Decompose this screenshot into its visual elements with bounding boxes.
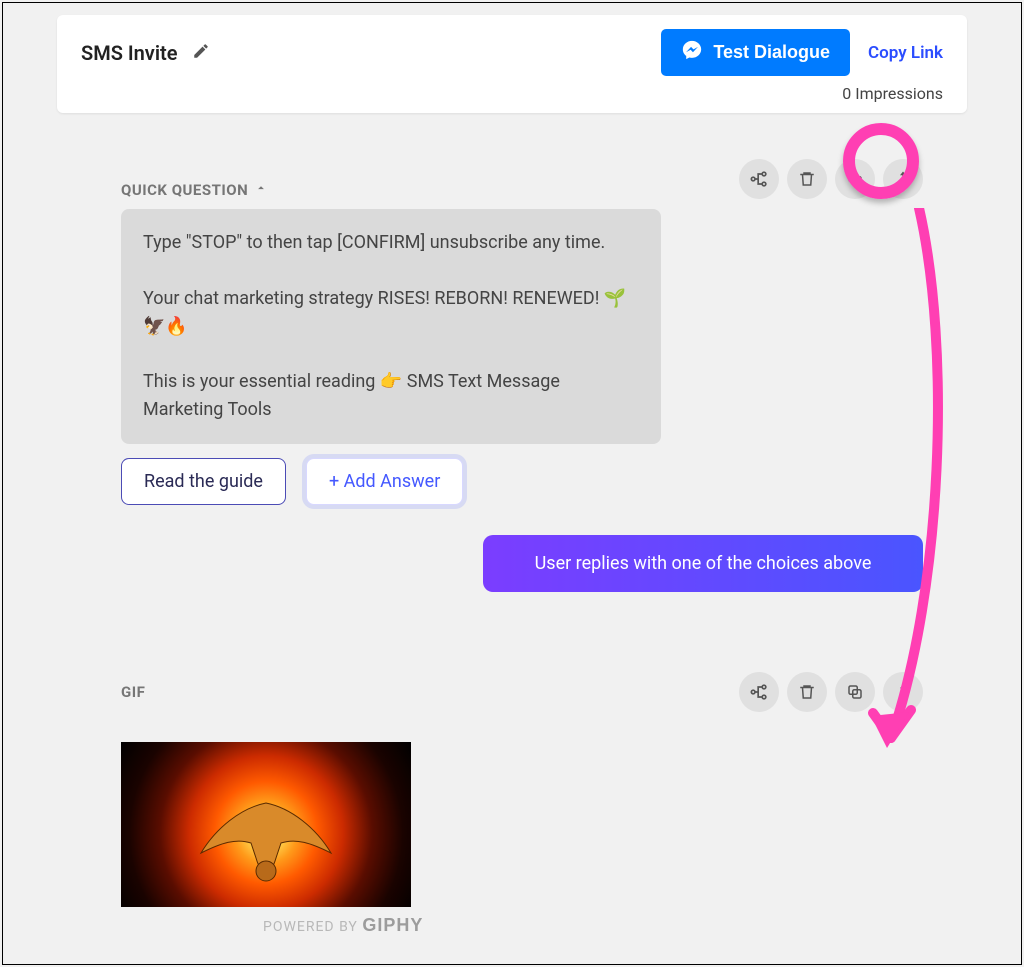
messenger-icon — [681, 39, 703, 66]
giphy-brand: GIPHY — [362, 915, 423, 935]
copy-link-button[interactable]: Copy Link — [868, 43, 943, 63]
move-icon[interactable] — [883, 672, 923, 712]
giphy-attribution: POWERED BY GIPHY — [263, 915, 923, 936]
powered-by-label: POWERED BY — [263, 919, 358, 935]
edit-icon[interactable] — [192, 42, 210, 64]
gif-preview[interactable] — [121, 742, 411, 907]
test-dialogue-button[interactable]: Test Dialogue — [661, 29, 850, 76]
tree-icon[interactable] — [739, 159, 779, 199]
answer-option[interactable]: Read the guide — [121, 458, 286, 505]
message-box[interactable]: Type "STOP" to then tap [CONFIRM] unsubs… — [121, 209, 661, 444]
gif-actions — [739, 672, 923, 712]
user-reply-bubble: User replies with one of the choices abo… — [483, 535, 923, 592]
header-card: SMS Invite Test Dialogue Copy Link 0 Imp… — [57, 15, 967, 113]
trash-icon[interactable] — [787, 672, 827, 712]
page-title: SMS Invite — [81, 41, 178, 65]
quick-question-actions — [739, 159, 923, 199]
move-icon[interactable] — [883, 159, 923, 199]
quick-question-label[interactable]: QUICK QUESTION — [121, 181, 268, 199]
add-answer-button[interactable]: + Add Answer — [306, 458, 463, 505]
copy-icon[interactable] — [835, 159, 875, 199]
copy-icon[interactable] — [835, 672, 875, 712]
test-dialogue-label: Test Dialogue — [713, 42, 830, 63]
tree-icon[interactable] — [739, 672, 779, 712]
chevron-up-icon — [254, 181, 268, 199]
gif-label: GIF — [121, 683, 145, 701]
eagle-icon — [191, 783, 341, 893]
impressions-count: 0 Impressions — [81, 84, 943, 103]
quick-question-text: QUICK QUESTION — [121, 181, 248, 199]
trash-icon[interactable] — [787, 159, 827, 199]
